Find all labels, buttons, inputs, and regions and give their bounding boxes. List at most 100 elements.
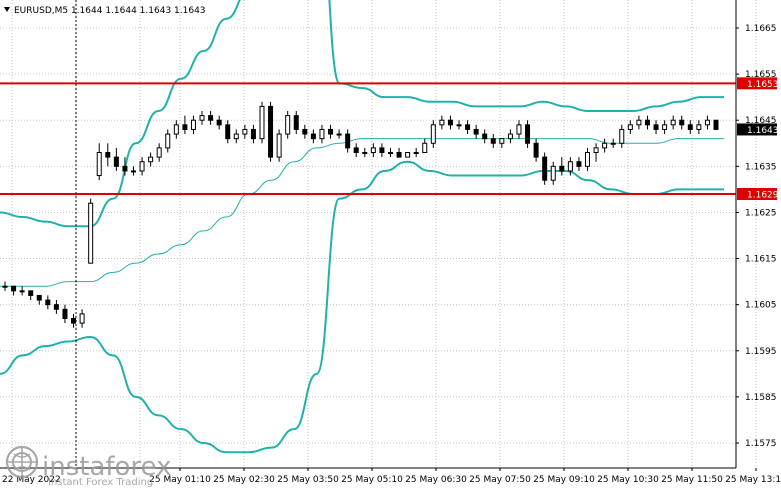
candle-body xyxy=(302,128,308,135)
candle xyxy=(430,120,436,148)
y-tick-label: 1.1665 xyxy=(745,24,777,34)
candle-body xyxy=(62,308,68,319)
chart-title: EURUSD,M5 1.1644 1.1644 1.1643 1.1643 xyxy=(14,6,206,16)
chart-background xyxy=(0,0,781,489)
candle-body xyxy=(345,133,351,149)
y-tick-label: 1.1575 xyxy=(745,439,777,449)
candle-body xyxy=(610,142,616,145)
candle-body xyxy=(11,285,17,292)
candle xyxy=(525,120,531,148)
chart: 1.1665 1.1655 1.1645 1.1635 1.1625 1.1615 1.16… xyxy=(0,0,781,489)
candle-body xyxy=(687,124,693,130)
price-badge-label: 1.1629 xyxy=(747,191,779,201)
candle-body xyxy=(88,202,94,264)
instaforex-logo-icon xyxy=(5,445,39,479)
y-tick-label: 1.1625 xyxy=(745,208,777,218)
candle-body xyxy=(593,147,599,153)
candle-body xyxy=(619,128,625,144)
candle-body xyxy=(242,128,248,135)
candle-body xyxy=(559,165,565,172)
candle-body xyxy=(542,156,548,181)
candle-body xyxy=(422,142,428,153)
candle-body xyxy=(482,133,488,140)
candle-body xyxy=(319,128,325,140)
y-tick-label: 1.1635 xyxy=(745,162,777,172)
candle-body xyxy=(670,119,676,126)
candle-body xyxy=(233,133,239,140)
candle-body xyxy=(336,133,342,136)
candle-body xyxy=(533,142,539,158)
x-tick-label: 25 May 05:10 xyxy=(341,475,403,485)
candle-body xyxy=(516,124,522,135)
candle-body xyxy=(704,119,710,126)
candle-body xyxy=(139,161,145,172)
candle-body xyxy=(379,147,385,153)
candle-body xyxy=(259,105,265,140)
candle-body xyxy=(19,290,25,293)
chart-header: EURUSD,M5 1.1644 1.1644 1.1643 1.1643 xyxy=(4,6,206,16)
candle-body xyxy=(130,170,136,173)
price-badge: 1.1653 xyxy=(737,77,779,90)
candle-body xyxy=(499,138,505,144)
candle-body xyxy=(567,161,573,172)
candle-body xyxy=(285,115,291,135)
candle-body xyxy=(602,142,608,149)
candle-body xyxy=(293,115,299,130)
candle xyxy=(268,101,274,162)
candle-body xyxy=(105,152,111,158)
candle-body xyxy=(447,119,453,126)
candle-body xyxy=(550,165,556,181)
x-tick-label: 25 May 02:30 xyxy=(213,475,275,485)
x-tick-label: 25 May 03:50 xyxy=(277,475,339,485)
candle xyxy=(276,129,282,162)
candle-body xyxy=(208,115,214,121)
watermark-tagline: Instant Forex Trading xyxy=(48,477,153,488)
x-tick-label: 25 May 09:10 xyxy=(533,475,595,485)
x-tick-label: 25 May 11:50 xyxy=(661,475,723,485)
candle-body xyxy=(45,299,51,306)
candle-body xyxy=(405,152,411,158)
candle-body xyxy=(53,304,59,310)
candle-body xyxy=(585,152,591,167)
candle-body xyxy=(696,124,702,130)
x-tick-label: 25 May 07:50 xyxy=(469,475,531,485)
y-tick-label: 1.1585 xyxy=(745,393,777,403)
candle-body xyxy=(225,124,231,140)
x-tick-label: 25 May 06:30 xyxy=(405,475,467,485)
x-tick-label: 25 May 10:30 xyxy=(597,475,659,485)
candle-body xyxy=(507,133,513,140)
candle-body xyxy=(636,119,642,126)
candle-body xyxy=(653,124,659,130)
candle-body xyxy=(216,119,222,126)
candle-body xyxy=(113,156,119,167)
y-tick-label: 1.1605 xyxy=(745,301,777,311)
candle-body xyxy=(439,119,445,126)
candle-body xyxy=(473,128,479,135)
candle-body xyxy=(156,147,162,158)
candle-body xyxy=(353,147,359,153)
x-tick-label: 25 May 13:10 xyxy=(725,475,781,485)
candle-body xyxy=(644,119,650,126)
candle-body xyxy=(490,138,496,144)
candle-body xyxy=(276,133,282,158)
candle-body xyxy=(122,165,128,172)
candle-body xyxy=(182,124,188,130)
candle-body xyxy=(173,124,179,135)
candle xyxy=(285,111,291,139)
candle xyxy=(88,198,94,264)
candle-body xyxy=(525,124,531,144)
price-badge: 1.1629 xyxy=(737,188,779,201)
candle-body xyxy=(79,313,85,324)
candle-body xyxy=(310,133,316,140)
candle-body xyxy=(576,161,582,167)
price-badge: 1.1643 xyxy=(737,123,779,136)
candle-body xyxy=(713,119,719,130)
price-badge-label: 1.1643 xyxy=(747,126,779,136)
candle-body xyxy=(268,105,274,158)
candle-body xyxy=(413,152,419,154)
candle-body xyxy=(96,152,102,177)
candle-body xyxy=(190,119,196,130)
candle-body xyxy=(430,124,436,144)
candle-body xyxy=(465,124,471,130)
candle-body xyxy=(250,128,256,140)
